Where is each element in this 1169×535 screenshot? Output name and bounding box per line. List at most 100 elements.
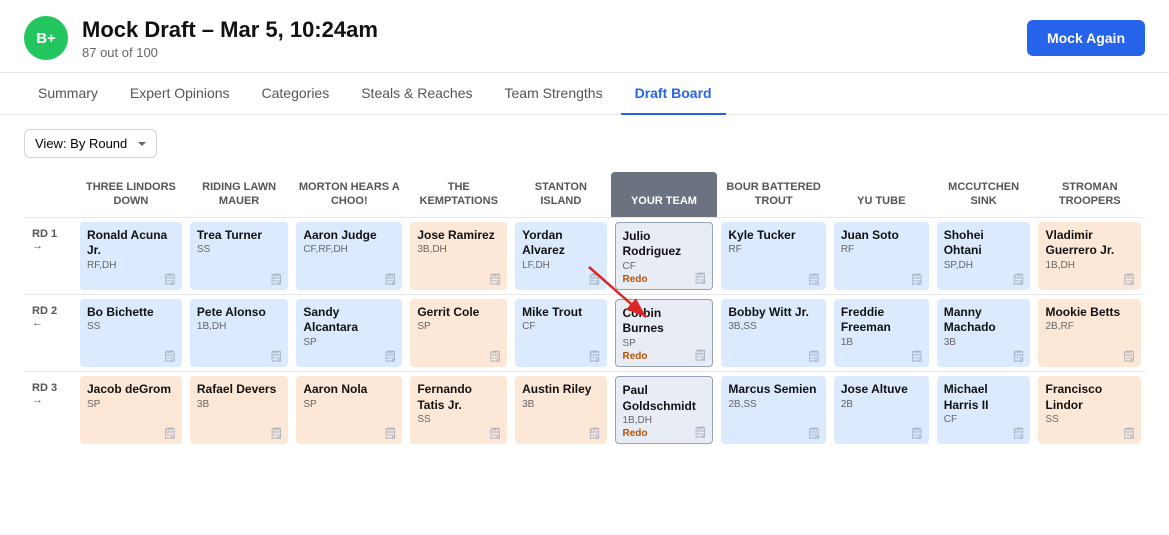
note-icon[interactable]: 🗒 xyxy=(269,350,283,363)
note-icon[interactable]: 🗒 xyxy=(163,427,177,440)
pick-cell-rd1-7: Juan SotoRF🗒 xyxy=(830,217,933,294)
team-header-2: MORTON HEARS A CHOO! xyxy=(292,172,406,217)
note-icon[interactable]: 🗒 xyxy=(163,273,177,286)
view-select[interactable]: View: By Round View: By Pick View: Snake xyxy=(24,129,157,158)
note-icon[interactable]: 🗒 xyxy=(383,427,397,440)
page-header: B+ Mock Draft – Mar 5, 10:24am 87 out of… xyxy=(0,0,1169,73)
pick-cell-rd2-7: Freddie Freeman1B🗒 xyxy=(830,294,933,371)
note-icon[interactable]: 🗒 xyxy=(1122,273,1136,286)
header-left: B+ Mock Draft – Mar 5, 10:24am 87 out of… xyxy=(24,16,378,60)
note-icon[interactable]: 🗒 xyxy=(807,273,821,286)
player-name: Mookie Betts xyxy=(1045,305,1134,321)
note-icon[interactable]: 🗒 xyxy=(1122,427,1136,440)
player-name: Aaron Judge xyxy=(303,228,395,244)
pick-card-rd3-5: Paul Goldschmidt1B,DHRedo🗒 xyxy=(615,376,714,444)
player-pos: 1B,DH xyxy=(1045,260,1134,271)
pick-card-rd2-0: Bo BichetteSS🗒 xyxy=(80,299,182,367)
note-icon[interactable]: 🗒 xyxy=(807,427,821,440)
pick-cell-rd3-8: Michael Harris IICF 🗒 xyxy=(933,371,1035,448)
note-icon[interactable]: 🗒 xyxy=(910,273,924,286)
pick-card-rd2-2: Sandy AlcantaraSP🗒 xyxy=(296,299,402,367)
pick-cell-rd3-3: Fernando Tatis Jr.SS🗒 xyxy=(406,371,511,448)
player-name: Michael Harris II xyxy=(944,382,1024,413)
note-icon[interactable]: 🗒 xyxy=(1012,273,1026,286)
team-header-1: RIDING LAWN MAUER xyxy=(186,172,292,217)
pick-card-rd1-9: Vladimir Guerrero Jr.1B,DH 🗒 xyxy=(1038,222,1141,290)
player-pos: RF xyxy=(728,244,818,255)
note-icon[interactable]: 🗒 xyxy=(588,350,602,363)
player-pos: 3B xyxy=(522,399,599,410)
pick-cell-rd1-5: Julio RodriguezCFRedo🗒 xyxy=(611,217,718,294)
pick-card-rd1-4: Yordan AlvarezLF,DH🗒 xyxy=(515,222,606,290)
pick-card-rd2-6: Bobby Witt Jr.3B,SS🗒 xyxy=(721,299,825,367)
round-row-rd3: RD 3→Jacob deGromSP🗒Rafael Devers3B🗒Aaro… xyxy=(24,371,1145,448)
nav-draft-board[interactable]: Draft Board xyxy=(621,73,726,115)
note-icon[interactable]: 🗒 xyxy=(488,273,502,286)
pick-card-rd1-6: Kyle TuckerRF🗒 xyxy=(721,222,825,290)
team-header-0: THREE LINDORS DOWN xyxy=(76,172,186,217)
nav-team-strengths[interactable]: Team Strengths xyxy=(491,73,617,115)
pick-cell-rd1-6: Kyle TuckerRF🗒 xyxy=(717,217,829,294)
note-icon[interactable]: 🗒 xyxy=(269,273,283,286)
player-pos: CF xyxy=(944,414,1024,425)
player-pos: 1B,DH xyxy=(623,415,706,426)
player-name: Pete Alonso xyxy=(197,305,281,321)
pick-cell-rd2-2: Sandy AlcantaraSP🗒 xyxy=(292,294,406,371)
note-icon[interactable]: 🗒 xyxy=(1012,427,1026,440)
pick-cell-rd1-1: Trea TurnerSS🗒 xyxy=(186,217,292,294)
note-icon[interactable]: 🗒 xyxy=(383,273,397,286)
player-pos: SP xyxy=(303,337,395,348)
header-info: Mock Draft – Mar 5, 10:24am 87 out of 10… xyxy=(82,17,378,60)
pick-cell-rd3-7: Jose Altuve2B🗒 xyxy=(830,371,933,448)
note-icon[interactable]: 🗒 xyxy=(1012,350,1026,363)
note-icon[interactable]: 🗒 xyxy=(488,427,502,440)
player-pos: SP xyxy=(623,338,706,349)
mock-again-button[interactable]: Mock Again xyxy=(1027,20,1145,56)
note-icon[interactable]: 🗒 xyxy=(383,350,397,363)
draft-board: THREE LINDORS DOWN RIDING LAWN MAUER MOR… xyxy=(0,172,1169,468)
pick-card-rd2-9: Mookie Betts2B,RF🗒 xyxy=(1038,299,1141,367)
player-name: Jacob deGrom xyxy=(87,382,175,398)
round-row-rd2: RD 2←Bo BichetteSS🗒Pete Alonso1B,DH🗒Sand… xyxy=(24,294,1145,371)
pick-cell-rd1-9: Vladimir Guerrero Jr.1B,DH 🗒 xyxy=(1034,217,1145,294)
player-pos: CF xyxy=(522,321,599,332)
pick-cell-rd1-3: Jose Ramirez3B,DH 🗒 xyxy=(406,217,511,294)
player-pos: 3B,DH xyxy=(417,244,500,255)
nav-summary[interactable]: Summary xyxy=(24,73,112,115)
player-name: Mike Trout xyxy=(522,305,599,321)
pick-cell-rd3-0: Jacob deGromSP🗒 xyxy=(76,371,186,448)
player-name: Francisco Lindor xyxy=(1045,382,1134,413)
note-icon[interactable]: 🗒 xyxy=(910,427,924,440)
note-icon[interactable]: 🗒 xyxy=(693,426,707,439)
pick-card-rd3-3: Fernando Tatis Jr.SS🗒 xyxy=(410,376,507,444)
pick-cell-rd2-8: Manny Machado3B🗒 xyxy=(933,294,1035,371)
pick-card-rd2-5: Corbin BurnesSPRedo🗒 xyxy=(615,299,714,367)
player-name: Vladimir Guerrero Jr. xyxy=(1045,228,1134,259)
pick-cell-rd1-0: Ronald Acuna Jr.RF,DH🗒 xyxy=(76,217,186,294)
page-title: Mock Draft – Mar 5, 10:24am xyxy=(82,17,378,43)
note-icon[interactable]: 🗒 xyxy=(807,350,821,363)
note-icon[interactable]: 🗒 xyxy=(269,427,283,440)
note-icon[interactable]: 🗒 xyxy=(693,272,707,285)
nav-expert-opinions[interactable]: Expert Opinions xyxy=(116,73,244,115)
player-pos: 1B,DH xyxy=(197,321,281,332)
note-icon[interactable]: 🗒 xyxy=(488,350,502,363)
team-header-6: BOUR BATTERED TROUT xyxy=(717,172,829,217)
pick-cell-rd2-6: Bobby Witt Jr.3B,SS🗒 xyxy=(717,294,829,371)
note-icon[interactable]: 🗒 xyxy=(693,349,707,362)
team-header-4: STANTON ISLAND xyxy=(511,172,610,217)
board-table: THREE LINDORS DOWN RIDING LAWN MAUER MOR… xyxy=(24,172,1145,448)
nav-steals-reaches[interactable]: Steals & Reaches xyxy=(347,73,486,115)
note-icon[interactable]: 🗒 xyxy=(1122,350,1136,363)
note-icon[interactable]: 🗒 xyxy=(588,273,602,286)
player-name: Juan Soto xyxy=(841,228,922,244)
nav-categories[interactable]: Categories xyxy=(248,73,344,115)
note-icon[interactable]: 🗒 xyxy=(588,427,602,440)
pick-card-rd2-7: Freddie Freeman1B🗒 xyxy=(834,299,929,367)
note-icon[interactable]: 🗒 xyxy=(163,350,177,363)
player-name: Jose Ramirez xyxy=(417,228,500,244)
note-icon[interactable]: 🗒 xyxy=(910,350,924,363)
pick-cell-rd1-2: Aaron JudgeCF,RF,DH🗒 xyxy=(292,217,406,294)
player-pos: 3B xyxy=(197,399,281,410)
player-name: Trea Turner xyxy=(197,228,281,244)
